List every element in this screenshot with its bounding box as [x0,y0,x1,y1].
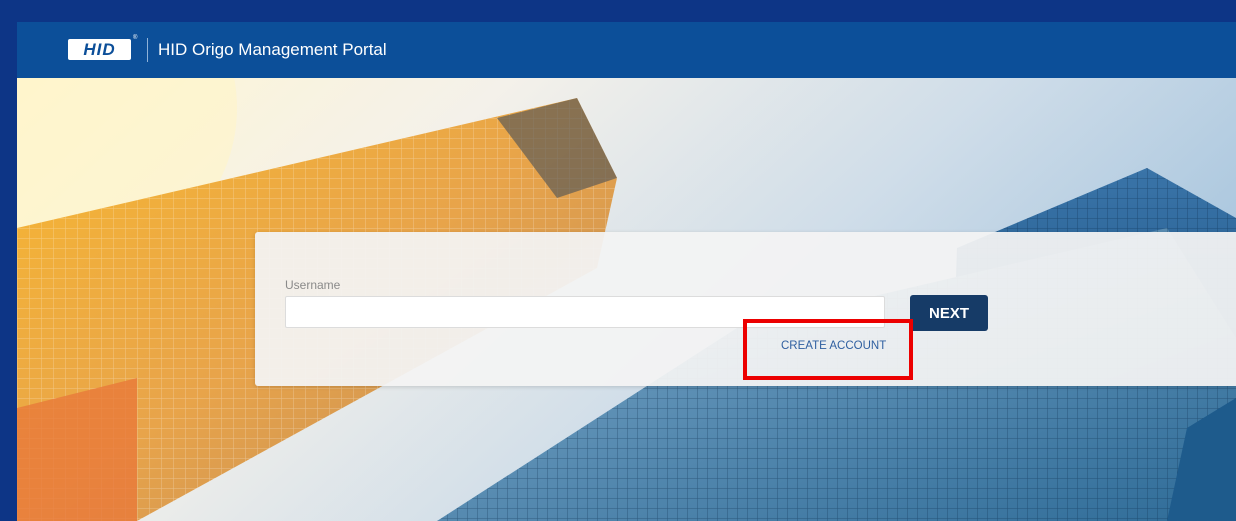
page-title: HID Origo Management Portal [158,40,387,59]
hid-logo[interactable]: HID [68,39,131,60]
username-label: Username [285,278,341,292]
header-divider [147,38,148,62]
login-card: Username NEXT CREATE ACCOUNT [255,232,1236,386]
create-account-link[interactable]: CREATE ACCOUNT [781,340,886,352]
next-button[interactable]: NEXT [910,295,988,331]
top-bar: HID ® HID Origo Management Portal [17,22,1236,78]
username-input[interactable] [285,296,885,328]
registered-mark: ® [133,35,138,41]
app-window: HID ® HID Origo Management Portal Userna… [17,22,1236,521]
